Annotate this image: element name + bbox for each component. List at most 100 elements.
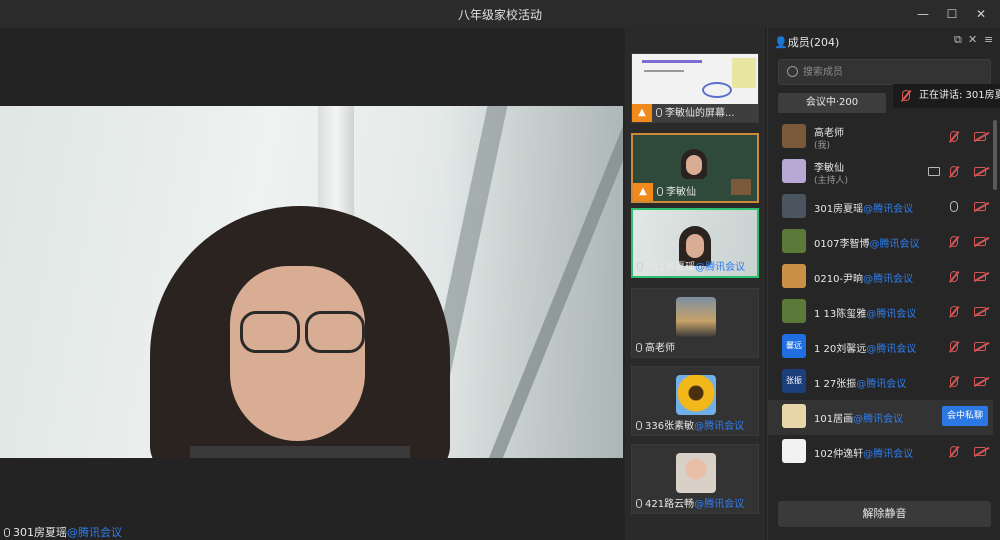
member-name-text: 1 27张振 (814, 379, 857, 390)
avatar (782, 404, 806, 428)
avatar (782, 264, 806, 288)
mic-muted-icon[interactable] (950, 131, 958, 142)
member-list-scrollbar[interactable] (993, 120, 997, 190)
avatar: 张振 (782, 369, 806, 393)
figure-glasses-left (240, 311, 300, 353)
camera-off-icon[interactable] (974, 132, 986, 141)
member-row[interactable]: 1 13陈玺雅@腾讯会议 (768, 295, 993, 330)
avatar (782, 299, 806, 323)
member-name: 高老师 (814, 124, 844, 139)
member-row[interactable]: 301房夏瑶@腾讯会议 (768, 190, 993, 225)
thumbnail-participant[interactable]: 421路云畅@腾讯会议 (631, 444, 759, 514)
mic-muted-icon[interactable] (950, 306, 958, 317)
thumbnail-screen-share[interactable]: ▲ 李敏仙的屏幕... (631, 53, 759, 123)
mic-icon[interactable] (950, 201, 958, 212)
camera-off-icon[interactable] (974, 237, 986, 246)
thumbnail-name: 421路云畅 (645, 499, 695, 510)
member-row[interactable]: 高老师 (我) (768, 120, 993, 155)
figure-face (230, 266, 365, 441)
maximize-button[interactable]: ☐ (941, 4, 963, 24)
mic-muted-icon[interactable] (950, 446, 958, 457)
mic-icon (636, 421, 642, 430)
camera-off-icon[interactable] (974, 377, 986, 386)
mic-muted-icon[interactable] (950, 166, 958, 177)
camera-off-icon[interactable] (974, 202, 986, 211)
mic-muted-icon[interactable] (950, 376, 958, 387)
main-video-name: 301房夏瑶 (13, 526, 67, 539)
avatar (676, 297, 716, 337)
member-name-text: 102仲逸轩 (814, 449, 864, 460)
member-name: 102仲逸轩@腾讯会议 (814, 445, 913, 460)
member-name: 0210-尹晌@腾讯会议 (814, 270, 913, 285)
avatar (782, 159, 806, 183)
member-name: 李敏仙 (814, 159, 844, 174)
minimize-button[interactable]: — (912, 4, 934, 24)
figure-glasses-right (305, 311, 365, 353)
mic-icon (656, 108, 662, 117)
avatar (782, 124, 806, 148)
member-panel: 👤成员(204) ⧉ ✕ ≡ 会议中·200 正在讲话: 301房夏瑶 高老师 (… (767, 28, 1000, 540)
close-panel-icon[interactable]: ✕ (968, 33, 977, 46)
host-badge-icon: ▲ (633, 183, 653, 201)
member-name-suffix: @腾讯会议 (866, 309, 917, 320)
thumbnail-teacher-video[interactable]: ▲ 李敏仙 (631, 133, 759, 203)
camera-off-icon[interactable] (974, 272, 986, 281)
private-chat-button[interactable]: 会中私聊 (942, 406, 988, 426)
mic-muted-icon (902, 90, 910, 101)
member-row[interactable]: 张振 1 27张振@腾讯会议 (768, 365, 993, 400)
member-search-box[interactable] (778, 59, 991, 85)
member-row[interactable]: 101居画@腾讯会议 会中私聊 (768, 400, 993, 435)
close-button[interactable]: ✕ (970, 4, 992, 24)
thumbnail-active-speaker[interactable]: 301房夏瑶@腾讯会议 (631, 208, 759, 278)
main-video-area: 301房夏瑶@腾讯会议 (0, 28, 623, 540)
avatar (676, 453, 716, 493)
mic-muted-icon[interactable] (950, 341, 958, 352)
teacher-figure (686, 155, 702, 175)
member-row[interactable]: 0210-尹晌@腾讯会议 (768, 260, 993, 295)
background-shade (443, 106, 623, 458)
screen-share-content (642, 60, 702, 63)
mic-icon (4, 528, 10, 537)
member-row[interactable]: 0107李智博@腾讯会议 (768, 225, 993, 260)
camera-off-icon[interactable] (974, 167, 986, 176)
member-name-suffix: @腾讯会议 (853, 414, 904, 425)
thumbnail-participant[interactable]: 336张素敏@腾讯会议 (631, 366, 759, 436)
mic-icon (636, 499, 642, 508)
camera-off-icon[interactable] (974, 307, 986, 316)
member-name: 0107李智博@腾讯会议 (814, 235, 919, 250)
speaker-figure (686, 234, 704, 258)
member-name-suffix: @腾讯会议 (863, 449, 914, 460)
thumbnail-participant[interactable]: 高老师 (631, 288, 759, 358)
member-role: (主持人) (814, 176, 849, 186)
member-search-input[interactable] (803, 64, 983, 80)
member-name: 101居画@腾讯会议 (814, 410, 903, 425)
title-bar: 八年级家校活动 — ☐ ✕ (0, 0, 1000, 28)
camera-off-icon[interactable] (974, 447, 986, 456)
thumbnail-label: 高老师 (636, 339, 675, 354)
unmute-all-button[interactable]: 解除静音 (778, 501, 991, 527)
screen-share-content (702, 82, 732, 98)
meeting-window: 八年级家校活动 — ☐ ✕ 301房夏瑶@腾讯会议 ▲ 李敏仙的屏幕... ▲ … (0, 0, 1000, 540)
popout-icon[interactable]: ⧉ (954, 33, 962, 47)
member-row[interactable]: 李敏仙 (主持人) (768, 155, 993, 190)
screen-share-icon[interactable] (928, 167, 940, 176)
mic-muted-icon[interactable] (950, 271, 958, 282)
member-row[interactable]: 馨远 1 20刘馨远@腾讯会议 (768, 330, 993, 365)
member-name: 301房夏瑶@腾讯会议 (814, 200, 913, 215)
main-video-feed[interactable] (0, 106, 623, 458)
thumbnail-name: 336张素敏 (645, 421, 695, 432)
member-row[interactable]: 102仲逸轩@腾讯会议 (768, 435, 993, 470)
thumbnail-name: 李敏仙 (666, 187, 696, 198)
host-badge-icon: ▲ (632, 104, 652, 122)
mic-muted-icon[interactable] (950, 236, 958, 247)
thumbnail-label: 421路云畅@腾讯会议 (636, 495, 744, 510)
thumbnail-suffix: @腾讯会议 (694, 421, 745, 432)
camera-off-icon[interactable] (974, 342, 986, 351)
bookshelf (731, 179, 751, 195)
member-name-text: 1 20刘馨远 (814, 344, 867, 355)
main-video-suffix: @腾讯会议 (67, 526, 122, 539)
thumbnail-name: 李敏仙的屏幕... (665, 108, 735, 119)
more-menu-icon[interactable]: ≡ (984, 33, 993, 46)
tab-in-meeting[interactable]: 会议中·200 (778, 93, 886, 113)
sunflower-avatar (676, 375, 716, 415)
